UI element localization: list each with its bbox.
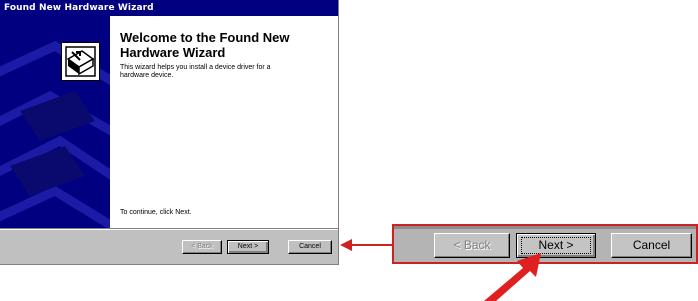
annotation-overlay [340,239,541,301]
callout-arrow-icon [340,239,392,251]
pointer-arrow-icon [484,253,541,301]
